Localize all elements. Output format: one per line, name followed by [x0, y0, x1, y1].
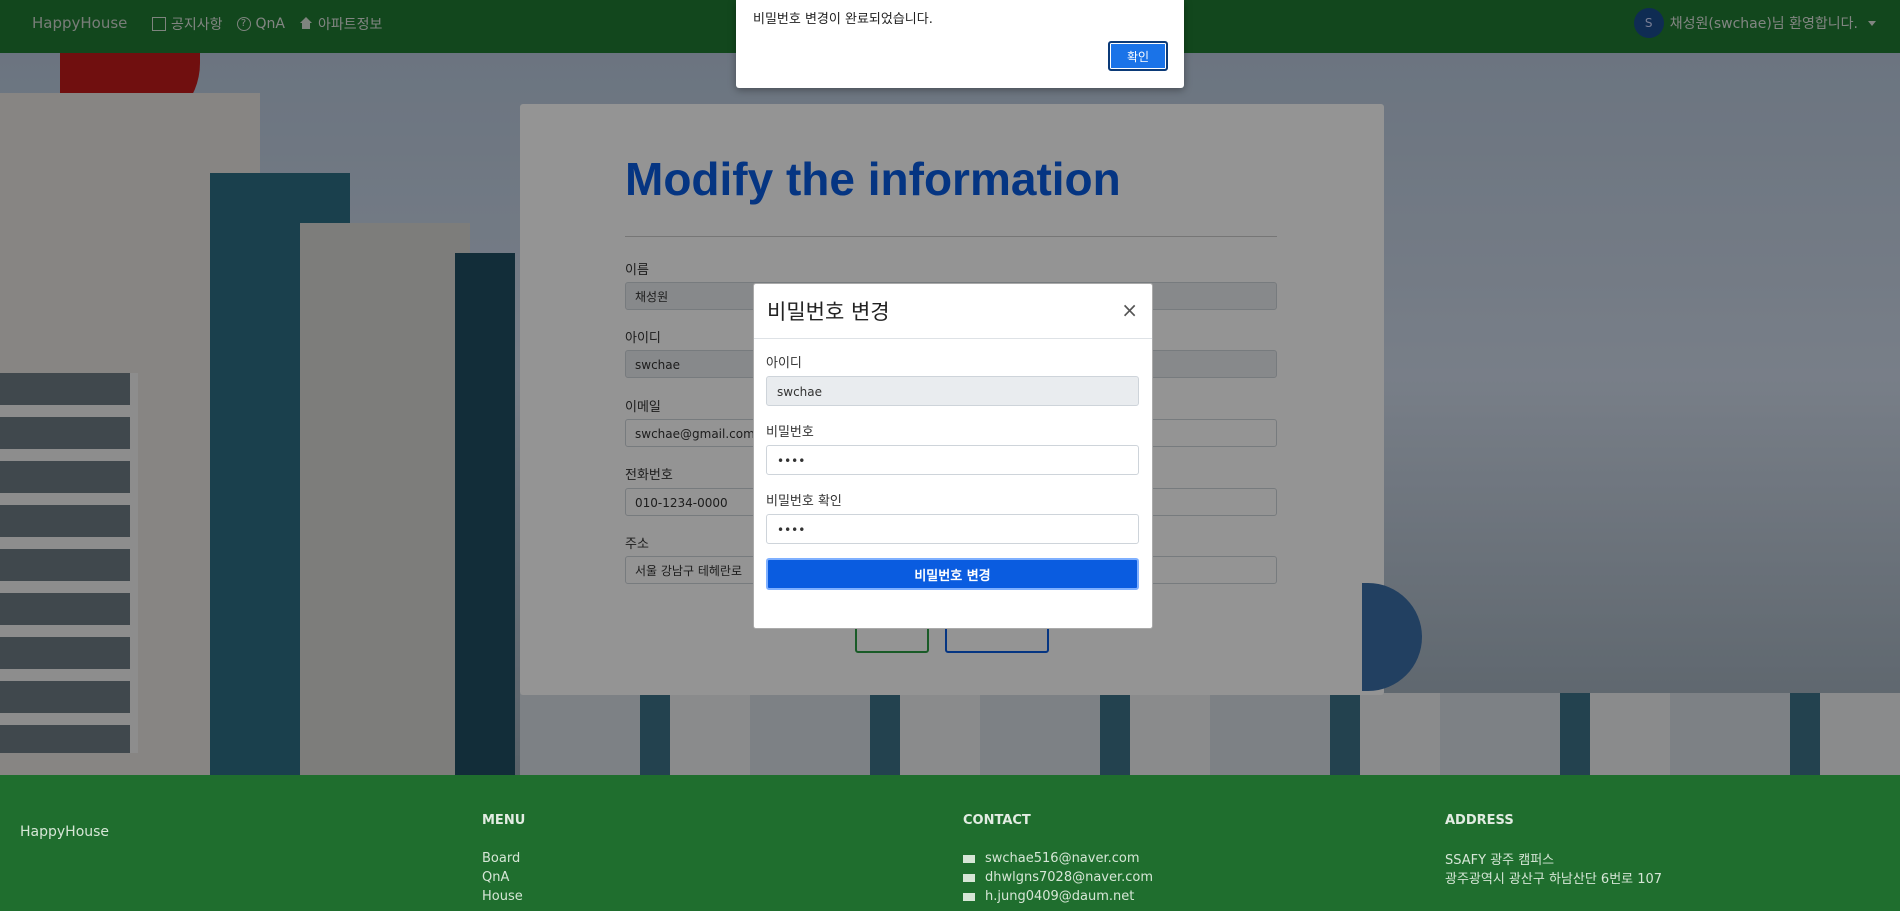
- address-line: 광주광역시 광산구 하남산단 6번로 107: [1445, 872, 1663, 887]
- envelope-icon: [963, 854, 975, 863]
- footer-contact-heading: CONTACT: [963, 813, 1031, 828]
- contact-item: dhwlgns7028@naver.com: [963, 870, 1153, 885]
- footer-link-qna[interactable]: QnA: [482, 870, 525, 885]
- footer-menu: MENU Board QnA House: [482, 813, 525, 908]
- address-line: SSAFY 광주 캠퍼스: [1445, 853, 1555, 868]
- alert-dialog: 비밀번호 변경이 완료되었습니다. 확인: [736, 0, 1184, 88]
- modal-password-label: 비밀번호: [766, 425, 814, 440]
- contact-email[interactable]: dhwlgns7028@naver.com: [985, 870, 1153, 885]
- contact-item: swchae516@naver.com: [963, 851, 1153, 866]
- footer-address: ADDRESS SSAFY 광주 캠퍼스 광주광역시 광산구 하남산단 6번로 …: [1445, 813, 1662, 889]
- footer-brand: HappyHouse: [20, 824, 110, 840]
- password-change-modal: 비밀번호 변경 × 아이디 swchae 비밀번호 •••• 비밀번호 확인 •…: [753, 283, 1153, 629]
- footer-address-heading: ADDRESS: [1445, 813, 1514, 828]
- password-confirm-field[interactable]: ••••: [766, 514, 1139, 544]
- modal-id-label: 아이디: [766, 356, 802, 371]
- alert-ok-button[interactable]: 확인: [1108, 41, 1168, 71]
- alert-message: 비밀번호 변경이 완료되었습니다.: [753, 12, 933, 27]
- contact-email[interactable]: h.jung0409@daum.net: [985, 889, 1134, 904]
- footer-link-house[interactable]: House: [482, 889, 525, 904]
- modal-password-confirm-label: 비밀번호 확인: [766, 494, 842, 509]
- modal-header: 비밀번호 변경 ×: [754, 284, 1152, 339]
- footer-menu-heading: MENU: [482, 813, 526, 828]
- close-icon[interactable]: ×: [1121, 298, 1138, 322]
- contact-email[interactable]: swchae516@naver.com: [985, 851, 1140, 866]
- footer: HappyHouse MENU Board QnA House CONTACT …: [0, 775, 1900, 911]
- password-field[interactable]: ••••: [766, 445, 1139, 475]
- change-password-button[interactable]: 비밀번호 변경: [766, 558, 1139, 590]
- envelope-icon: [963, 873, 975, 882]
- contact-item: h.jung0409@daum.net: [963, 889, 1153, 904]
- modal-title: 비밀번호 변경: [767, 300, 890, 324]
- footer-link-board[interactable]: Board: [482, 851, 525, 866]
- modal-id-field[interactable]: swchae: [766, 376, 1139, 406]
- footer-contact: CONTACT swchae516@naver.com dhwlgns7028@…: [963, 813, 1153, 908]
- envelope-icon: [963, 892, 975, 901]
